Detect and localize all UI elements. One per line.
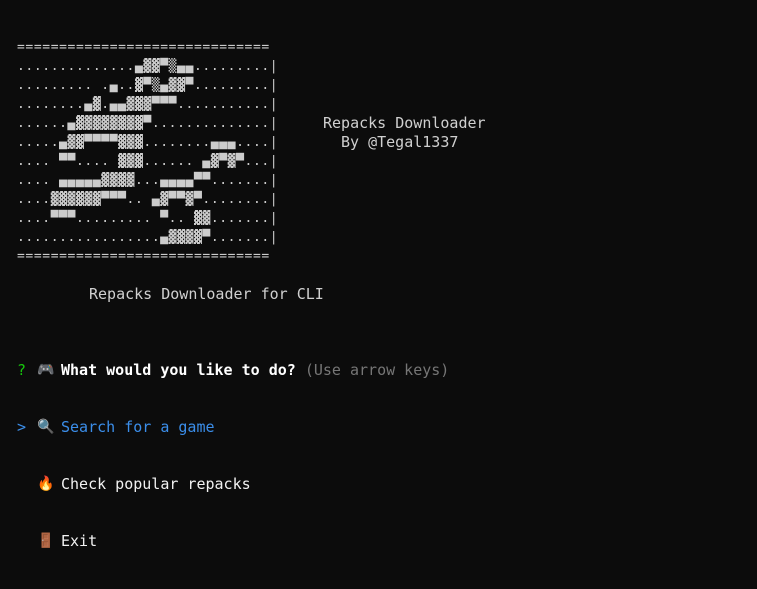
magnifier-icon: 🔍 <box>37 419 55 435</box>
banner-author: By @Tegal1337 <box>341 133 459 151</box>
ascii-art-logo: ============================== .........… <box>17 40 279 264</box>
banner-title-block: Repacks Downloader By @Tegal1337 <box>323 114 486 152</box>
app-subtitle: Repacks Downloader for CLI <box>89 285 324 303</box>
prompt-line: ? 🎮 What would you like to do? (Use arrow … <box>17 361 449 380</box>
menu-option-label: Check popular repacks <box>61 475 251 493</box>
menu-option-exit[interactable]: 🚪 Exit <box>17 532 449 551</box>
menu-option-label: Exit <box>61 532 98 550</box>
menu-prompt: ? 🎮 What would you like to do? (Use arrow … <box>17 323 449 589</box>
prompt-question: What would you like to do? <box>61 361 296 379</box>
menu-option-label: Search for a game <box>61 418 215 436</box>
prompt-hint: (Use arrow keys) <box>304 361 450 379</box>
ascii-banner: ============================== .........… <box>17 38 278 266</box>
selection-pointer: > <box>17 418 27 436</box>
banner-title: Repacks Downloader <box>323 114 486 132</box>
menu-option-popular[interactable]: 🔥 Check popular repacks <box>17 475 449 494</box>
menu-option-search[interactable]: > 🔍 Search for a game <box>17 418 449 437</box>
fire-icon: 🔥 <box>37 476 55 492</box>
gamepad-icon: 🎮 <box>37 362 55 378</box>
prompt-marker: ? <box>17 361 27 379</box>
terminal-window: ============================== .........… <box>0 0 757 550</box>
door-icon: 🚪 <box>37 533 55 549</box>
